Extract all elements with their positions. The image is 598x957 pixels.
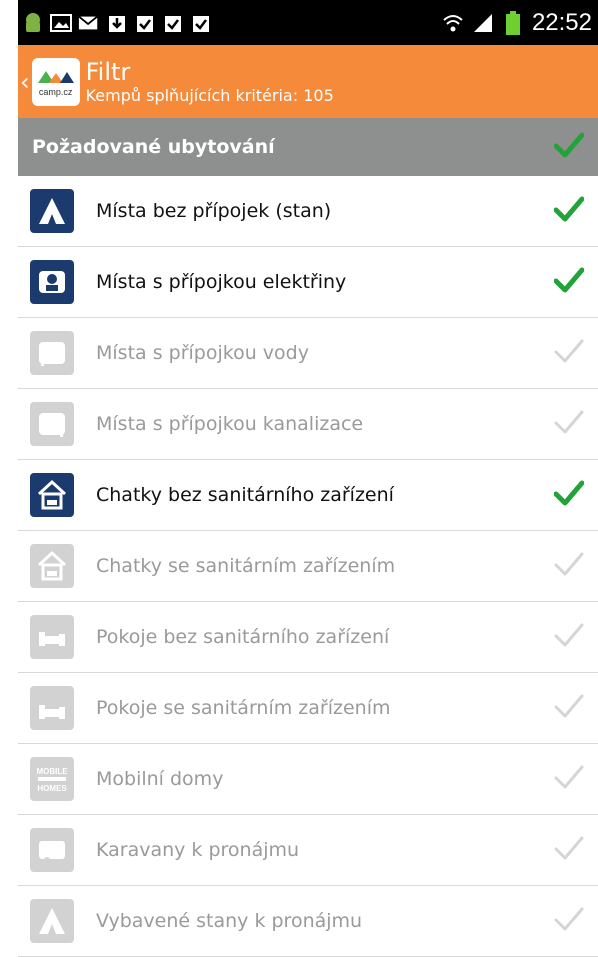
- task-check-icon: [190, 12, 212, 34]
- item-label: Karavany k pronájmu: [96, 839, 300, 861]
- list-item[interactable]: Chatky se sanitárním zařízením: [18, 531, 598, 602]
- item-label: Mobilní domy: [96, 768, 224, 790]
- camp-huts-icon: [36, 67, 76, 85]
- check-icon[interactable]: [553, 267, 585, 297]
- results-count: Kempů splňujících kritéria: 105: [85, 85, 334, 105]
- sewer-hookup-icon: [30, 402, 74, 446]
- android-icon: [22, 12, 44, 34]
- gallery-icon: [50, 12, 72, 34]
- check-icon[interactable]: [553, 132, 585, 162]
- battery-icon: [502, 10, 524, 35]
- list-item[interactable]: Chatky bez sanitárního zařízení: [18, 460, 598, 531]
- mobile-homes-icon: MOBILE HOMES: [30, 757, 74, 801]
- list-item[interactable]: Pokoje se sanitárním zařízením: [18, 673, 598, 744]
- status-bar: 22:52: [18, 0, 598, 45]
- list-item[interactable]: Místa s přípojkou elektřiny: [18, 247, 598, 318]
- app-logo[interactable]: camp.cz: [31, 57, 80, 106]
- item-label: Vybavené stany k pronájmu: [96, 910, 363, 932]
- check-icon[interactable]: [554, 409, 584, 439]
- check-icon[interactable]: [554, 338, 584, 368]
- room-wc-icon: [30, 686, 74, 730]
- caravan-icon: [30, 828, 74, 872]
- logo-text: camp.cz: [38, 86, 73, 97]
- cabin-icon: [30, 473, 74, 517]
- item-label: Místa s přípojkou elektřiny: [96, 271, 347, 293]
- cabin-wc-icon: [30, 544, 74, 588]
- list-item[interactable]: Karavany k pronájmu: [18, 815, 598, 886]
- section-title: Požadované ubytování: [32, 136, 275, 158]
- download-icon: [106, 12, 128, 34]
- check-icon[interactable]: [554, 622, 584, 652]
- check-icon[interactable]: [554, 693, 584, 723]
- item-label: Místa s přípojkou kanalizace: [96, 413, 364, 435]
- list-item[interactable]: Místa s přípojkou kanalizace: [18, 389, 598, 460]
- check-icon[interactable]: [554, 906, 584, 936]
- item-label: Chatky se sanitárním zařízením: [96, 555, 396, 577]
- item-label: Místa bez přípojek (stan): [96, 200, 332, 222]
- tent-icon: [30, 189, 74, 233]
- title-wrap: Filtr Kempů splňujících kritéria: 105: [86, 58, 334, 106]
- list-item[interactable]: Místa s přípojkou vody: [18, 318, 598, 389]
- section-header[interactable]: Požadované ubytování: [18, 118, 598, 176]
- task-check-icon: [134, 12, 156, 34]
- electricity-hookup-icon: [30, 260, 74, 304]
- mobile-homes-line1: MOBILE: [36, 767, 68, 776]
- list-item[interactable]: Vybavené stany k pronájmu: [18, 886, 598, 957]
- accommodation-list: Místa bez přípojek (stan) Místa s přípoj…: [18, 176, 598, 957]
- page-title: Filtr: [85, 57, 131, 86]
- room-bed-icon: [30, 615, 74, 659]
- list-item[interactable]: Pokoje bez sanitárního zařízení: [18, 602, 598, 673]
- mobile-homes-line2: HOMES: [37, 784, 67, 793]
- check-icon[interactable]: [554, 551, 584, 581]
- check-icon[interactable]: [554, 764, 584, 794]
- item-label: Chatky bez sanitárního zařízení: [96, 484, 394, 506]
- back-chevron-icon[interactable]: ‹: [20, 70, 30, 94]
- mail-icon: [78, 12, 100, 34]
- list-item[interactable]: MOBILE HOMES Mobilní domy: [18, 744, 598, 815]
- item-label: Pokoje bez sanitárního zařízení: [96, 626, 390, 648]
- check-icon[interactable]: [553, 480, 585, 510]
- check-icon[interactable]: [554, 835, 584, 865]
- check-icon[interactable]: [553, 196, 585, 226]
- item-label: Pokoje se sanitárním zařízením: [96, 697, 391, 719]
- equipped-tent-icon: [30, 899, 74, 943]
- water-hookup-icon: [30, 331, 74, 375]
- task-check-icon: [162, 12, 184, 34]
- list-item[interactable]: Místa bez přípojek (stan): [18, 176, 598, 247]
- wifi-icon: [442, 12, 464, 34]
- item-label: Místa s přípojkou vody: [96, 342, 309, 364]
- signal-icon: [472, 12, 494, 34]
- action-bar: ‹ camp.cz Filtr Kempů splňujících kritér…: [18, 45, 598, 118]
- status-time: 22:52: [531, 8, 592, 36]
